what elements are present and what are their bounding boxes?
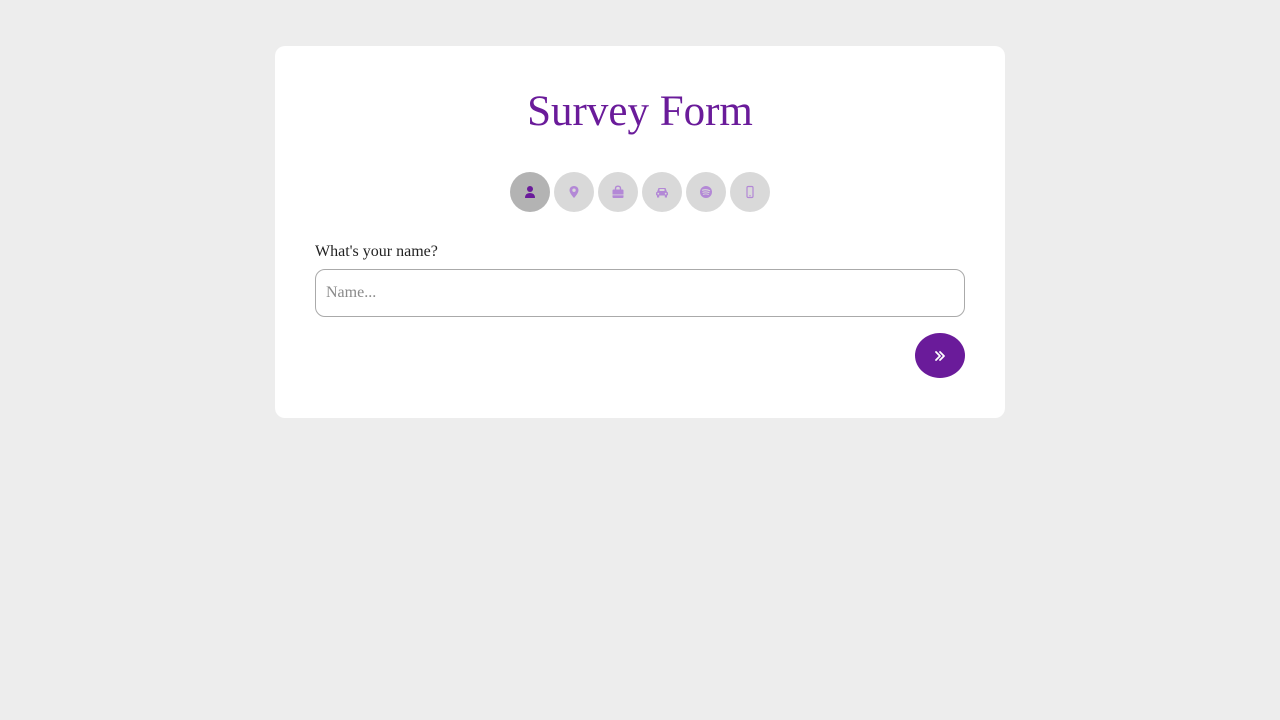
step-shopping[interactable] [598, 172, 638, 212]
mobile-phone-icon [743, 185, 757, 199]
step-location[interactable] [554, 172, 594, 212]
spotify-icon [699, 185, 713, 199]
step-personal[interactable] [510, 172, 550, 212]
double-chevron-right-icon [934, 350, 946, 362]
map-marker-icon [567, 185, 581, 199]
car-icon [655, 185, 669, 199]
user-icon [523, 185, 537, 199]
step-phone[interactable] [730, 172, 770, 212]
step-music[interactable] [686, 172, 726, 212]
name-input[interactable] [315, 269, 965, 317]
name-question-label: What's your name? [315, 243, 438, 260]
page-title: Survey Form [527, 88, 753, 135]
survey-card: Survey Form What's your name? Name... [275, 46, 1005, 418]
step-indicator [275, 172, 1005, 212]
next-button[interactable] [915, 333, 965, 378]
shopping-bag-icon [611, 185, 625, 199]
step-car[interactable] [642, 172, 682, 212]
